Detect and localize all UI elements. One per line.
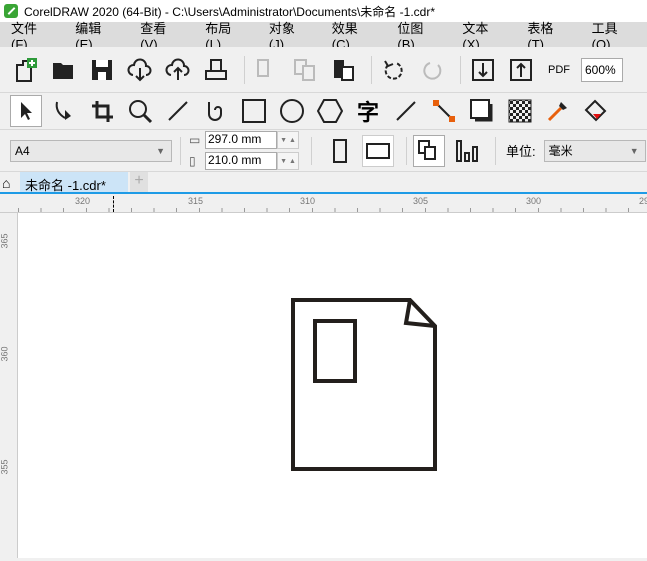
unit-select[interactable]: 毫米 ▼	[543, 139, 646, 162]
copy-icon[interactable]	[289, 54, 321, 86]
save-icon[interactable]	[86, 54, 118, 86]
print-icon[interactable]	[200, 54, 232, 86]
cut-icon[interactable]	[251, 54, 283, 86]
chevron-down-icon: ▼	[156, 145, 165, 156]
chevron-down-icon: ▼	[629, 145, 639, 156]
ruler-label: 315	[188, 196, 204, 206]
page-width-input[interactable]: 297.0 mm	[205, 131, 277, 149]
import-icon[interactable]	[467, 54, 499, 86]
open-icon[interactable]	[48, 54, 80, 86]
coreldraw-logo-icon	[4, 4, 18, 18]
ruler-label: 310	[300, 196, 316, 206]
freehand-tool-icon[interactable]	[162, 95, 194, 127]
ruler-label: 365	[0, 233, 10, 249]
document-tabs: ⌂ 未命名 -1.cdr* +	[0, 172, 647, 194]
unit-label: 单位:	[506, 144, 536, 159]
property-bar: A4 ▼ ▭ 297.0 mm ▼ ▲ ▯ 210.0 mm ▼ ▲ 单位: 毫米 ▼	[0, 130, 647, 172]
ellipse-tool-icon[interactable]	[276, 95, 308, 127]
ruler-label: 295	[639, 196, 647, 206]
crop-tool-icon[interactable]	[86, 95, 118, 127]
page-size-value: A4	[15, 143, 30, 158]
document-drawing[interactable]	[18, 213, 647, 558]
toolbox: 字	[0, 93, 647, 130]
cloud-upload-icon[interactable]	[162, 54, 194, 86]
page-size-select[interactable]: A4 ▼	[10, 139, 172, 162]
undo-icon[interactable]	[378, 54, 410, 86]
cloud-download-icon[interactable]	[124, 54, 156, 86]
zoom-tool-icon[interactable]	[124, 95, 156, 127]
page-width-icon: ▭	[189, 133, 201, 147]
ruler-label: 300	[526, 196, 542, 206]
zoom-level-input[interactable]: 600%	[581, 57, 623, 82]
ruler-label: 320	[75, 196, 91, 206]
connector-tool-icon[interactable]	[428, 95, 460, 127]
page-height-spinner[interactable]: ▼ ▲	[277, 152, 299, 170]
ruler-label: 305	[413, 196, 429, 206]
all-pages-icon[interactable]	[413, 134, 445, 167]
eyedropper-tool-icon[interactable]	[542, 95, 574, 127]
page-height-input[interactable]: 210.0 mm	[205, 152, 277, 170]
publish-pdf-icon[interactable]: PDF	[543, 54, 575, 86]
ruler-label: 360	[0, 346, 10, 362]
artistic-media-tool-icon[interactable]	[200, 95, 232, 127]
standard-toolbar: PDF 600%	[0, 47, 647, 93]
transparency-tool-icon[interactable]	[504, 95, 536, 127]
drawing-canvas[interactable]	[18, 213, 647, 558]
unit-value: 毫米	[548, 144, 573, 158]
page-height-icon: ▯	[189, 154, 196, 168]
portrait-icon[interactable]	[324, 135, 356, 167]
dimension-tool-icon[interactable]	[390, 95, 422, 127]
current-page-icon[interactable]	[451, 135, 483, 167]
polygon-tool-icon[interactable]	[314, 95, 346, 127]
page-width-spinner[interactable]: ▼ ▲	[277, 131, 299, 149]
rectangle-tool-icon[interactable]	[238, 95, 270, 127]
interactive-fill-tool-icon[interactable]	[580, 95, 612, 127]
shape-tool-icon[interactable]	[48, 95, 80, 127]
vertical-ruler[interactable]: 365 360 355	[0, 213, 18, 558]
home-icon[interactable]: ⌂	[2, 175, 10, 191]
redo-icon[interactable]	[416, 54, 448, 86]
drop-shadow-tool-icon[interactable]	[466, 95, 498, 127]
ruler-label: 355	[0, 459, 10, 475]
horizontal-ruler[interactable]: 320 315 310 305 300 295	[0, 194, 647, 213]
add-tab-button[interactable]: +	[130, 172, 148, 192]
pick-tool-icon[interactable]	[10, 95, 42, 127]
new-document-icon[interactable]	[10, 54, 42, 86]
menu-bar: 文件(F) 编辑(E) 查看(V) 布局(L) 对象(J) 效果(C) 位图(B…	[0, 21, 647, 52]
ruler-ticks	[18, 208, 647, 212]
export-icon[interactable]	[505, 54, 537, 86]
tab-document[interactable]: 未命名 -1.cdr*	[20, 172, 128, 193]
text-tool-icon[interactable]: 字	[352, 95, 384, 127]
landscape-icon[interactable]	[362, 134, 394, 167]
paste-icon[interactable]	[327, 54, 359, 86]
